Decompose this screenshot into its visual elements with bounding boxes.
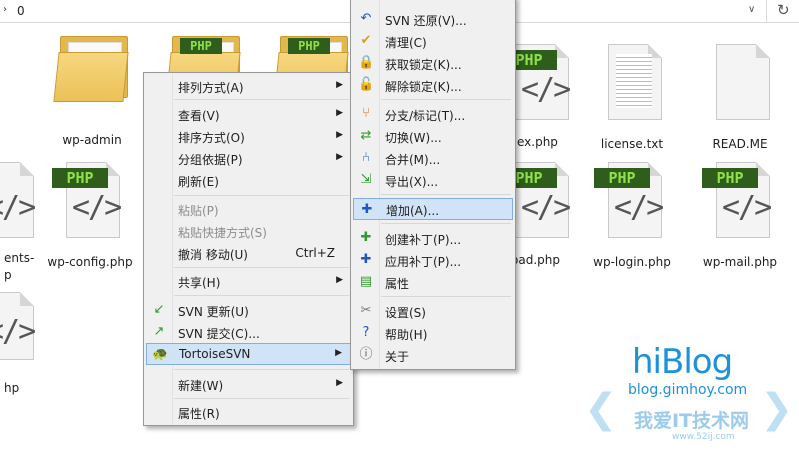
switch-icon: ⇄ bbox=[360, 128, 372, 143]
watermark-small: www.52ij.com bbox=[672, 432, 735, 442]
tortoisesvn-submenu: ↶ SVN 还原(V)... ✔ 清理(C) 🔒 获取锁定(K)... 🔓 解除… bbox=[350, 0, 516, 370]
document-icon bbox=[702, 36, 778, 136]
file-item-doc[interactable]: READ.ME bbox=[686, 36, 794, 153]
svn-commit-icon: ↗ bbox=[153, 324, 165, 339]
submenu-item-about[interactable]: ⓘ 关于 bbox=[353, 344, 513, 366]
php-file-icon: </> bbox=[0, 284, 42, 384]
left-wing-icon: ❮ bbox=[584, 386, 618, 432]
about-icon: ⓘ bbox=[359, 347, 373, 362]
address-chevron-icon[interactable]: › bbox=[3, 4, 7, 15]
php-file-icon: PHP </> bbox=[52, 154, 128, 254]
submenu-item-switch[interactable]: ⇄ 切换(W)... bbox=[353, 125, 513, 147]
file-label: wp-mail.php bbox=[702, 255, 778, 269]
folder-icon bbox=[53, 32, 130, 132]
menu-item-paste[interactable]: 粘贴(P) bbox=[146, 198, 351, 220]
file-label: READ.ME bbox=[712, 137, 768, 151]
submenu-item-create-patch[interactable]: ✚ 创建补丁(P)... bbox=[353, 227, 513, 249]
submenu-arrow-icon: ▶ bbox=[335, 348, 342, 358]
menu-item-refresh[interactable]: 刷新(E) bbox=[146, 169, 351, 191]
unlock-icon: 🔓 bbox=[358, 77, 375, 92]
submenu-item-help[interactable]: ? 帮助(H) bbox=[353, 322, 513, 344]
context-menu: 排列方式(A) ▶ 查看(V) ▶ 排序方式(O) ▶ 分组依据(P) ▶ 刷新… bbox=[143, 72, 354, 426]
php-file-icon: PHP </> bbox=[594, 154, 670, 254]
php-file-icon: PHP </> bbox=[702, 154, 778, 254]
refresh-button[interactable]: ↻ bbox=[766, 0, 799, 23]
create-patch-icon: ✚ bbox=[360, 230, 372, 245]
menu-item-sort[interactable]: 排序方式(O) ▶ bbox=[146, 125, 351, 147]
watermark: ❮ ❯ hiBlog blog.gimhoy.com 我爱IT技术网 www.5… bbox=[584, 342, 794, 452]
file-label: wp-config.php bbox=[47, 255, 133, 269]
right-wing-icon: ❯ bbox=[760, 386, 794, 432]
watermark-title: hiBlog bbox=[632, 342, 733, 382]
submenu-item-properties[interactable]: ▤ 属性 bbox=[353, 271, 513, 293]
submenu-arrow-icon: ▶ bbox=[336, 130, 343, 140]
file-label: wp-login.php bbox=[593, 255, 671, 269]
file-label: ents- bbox=[4, 251, 35, 265]
help-icon: ? bbox=[362, 325, 370, 340]
submenu-arrow-icon: ▶ bbox=[336, 275, 343, 285]
apply-patch-icon: ✚ bbox=[360, 252, 372, 267]
submenu-arrow-icon: ▶ bbox=[336, 152, 343, 162]
watermark-slogan: 我爱IT技术网 bbox=[634, 410, 750, 432]
file-item-txt[interactable]: license.txt bbox=[578, 36, 686, 153]
export-icon: ⇲ bbox=[360, 172, 372, 187]
submenu-arrow-icon: ▶ bbox=[336, 80, 343, 90]
submenu-item-release-lock[interactable]: 🔓 解除锁定(K)... bbox=[353, 74, 513, 96]
watermark-url: blog.gimhoy.com bbox=[628, 382, 748, 398]
merge-icon: ⑃ bbox=[362, 150, 370, 165]
submenu-item-get-lock[interactable]: 🔒 获取锁定(K)... bbox=[353, 52, 513, 74]
revert-icon: ↶ bbox=[360, 11, 372, 26]
properties-icon: ▤ bbox=[359, 274, 373, 289]
cleanup-icon: ✔ bbox=[360, 33, 372, 48]
submenu-item-apply-patch[interactable]: ✚ 应用补丁(P)... bbox=[353, 249, 513, 271]
menu-item-share[interactable]: 共享(H) ▶ bbox=[146, 270, 351, 292]
submenu-item-merge[interactable]: ⑃ 合并(M)... bbox=[353, 147, 513, 169]
menu-item-svn-commit[interactable]: ↗ SVN 提交(C)... bbox=[146, 321, 351, 343]
submenu-item-add[interactable]: ✚ 增加(A)... bbox=[353, 198, 513, 220]
menu-item-view[interactable]: 查看(V) ▶ bbox=[146, 103, 351, 125]
file-label: license.txt bbox=[600, 137, 664, 151]
file-label-line2: p bbox=[4, 268, 12, 282]
menu-item-svn-update[interactable]: ↙ SVN 更新(U) bbox=[146, 299, 351, 321]
shortcut-label: Ctrl+Z bbox=[295, 246, 335, 260]
file-label: oad.php bbox=[511, 253, 560, 267]
submenu-item-export[interactable]: ⇲ 导出(X)... bbox=[353, 169, 513, 191]
menu-item-group[interactable]: 分组依据(P) ▶ bbox=[146, 147, 351, 169]
file-label: hp bbox=[4, 381, 20, 395]
refresh-icon: ↻ bbox=[777, 1, 790, 19]
file-item-partial[interactable]: </> hp bbox=[0, 284, 58, 395]
menu-item-tortoisesvn[interactable]: 🐢 TortoiseSVN ▶ bbox=[146, 343, 351, 365]
file-label: ex.php bbox=[517, 135, 558, 149]
file-label: wp-admin bbox=[62, 133, 122, 147]
menu-item-arrange[interactable]: 排列方式(A) ▶ bbox=[146, 75, 351, 97]
lock-icon: 🔒 bbox=[358, 55, 375, 70]
add-icon: ✚ bbox=[361, 202, 373, 217]
submenu-item-cleanup[interactable]: ✔ 清理(C) bbox=[353, 30, 513, 52]
menu-item-undo-move[interactable]: 撤消 移动(U) Ctrl+Z bbox=[146, 242, 351, 264]
tortoisesvn-icon: 🐢 bbox=[152, 347, 169, 362]
submenu-arrow-icon: ▶ bbox=[336, 108, 343, 118]
text-file-icon bbox=[594, 36, 670, 136]
menu-item-paste-shortcut[interactable]: 粘贴快捷方式(S) bbox=[146, 220, 351, 242]
file-item-folder[interactable]: wp-admin bbox=[38, 32, 146, 149]
address-dropdown-icon[interactable]: ∨ bbox=[748, 4, 755, 15]
file-item-php[interactable]: PHP </> wp-mail.php bbox=[686, 154, 794, 271]
branch-icon: ⑂ bbox=[362, 106, 370, 121]
submenu-item-branch[interactable]: ⑂ 分支/标记(T)... bbox=[353, 103, 513, 125]
file-item-php[interactable]: PHP </> wp-config.php bbox=[36, 154, 144, 271]
svn-update-icon: ↙ bbox=[153, 302, 165, 317]
file-item-php[interactable]: PHP </> wp-login.php bbox=[578, 154, 686, 271]
settings-icon: ✂ bbox=[360, 303, 372, 318]
menu-item-properties[interactable]: 属性(R) bbox=[146, 401, 351, 423]
submenu-item-revert[interactable]: ↶ SVN 还原(V)... bbox=[353, 8, 513, 30]
menu-item-new[interactable]: 新建(W) ▶ bbox=[146, 373, 351, 395]
submenu-arrow-icon: ▶ bbox=[336, 378, 343, 388]
submenu-item-settings[interactable]: ✂ 设置(S) bbox=[353, 300, 513, 322]
address-path[interactable]: 0 bbox=[17, 4, 25, 18]
